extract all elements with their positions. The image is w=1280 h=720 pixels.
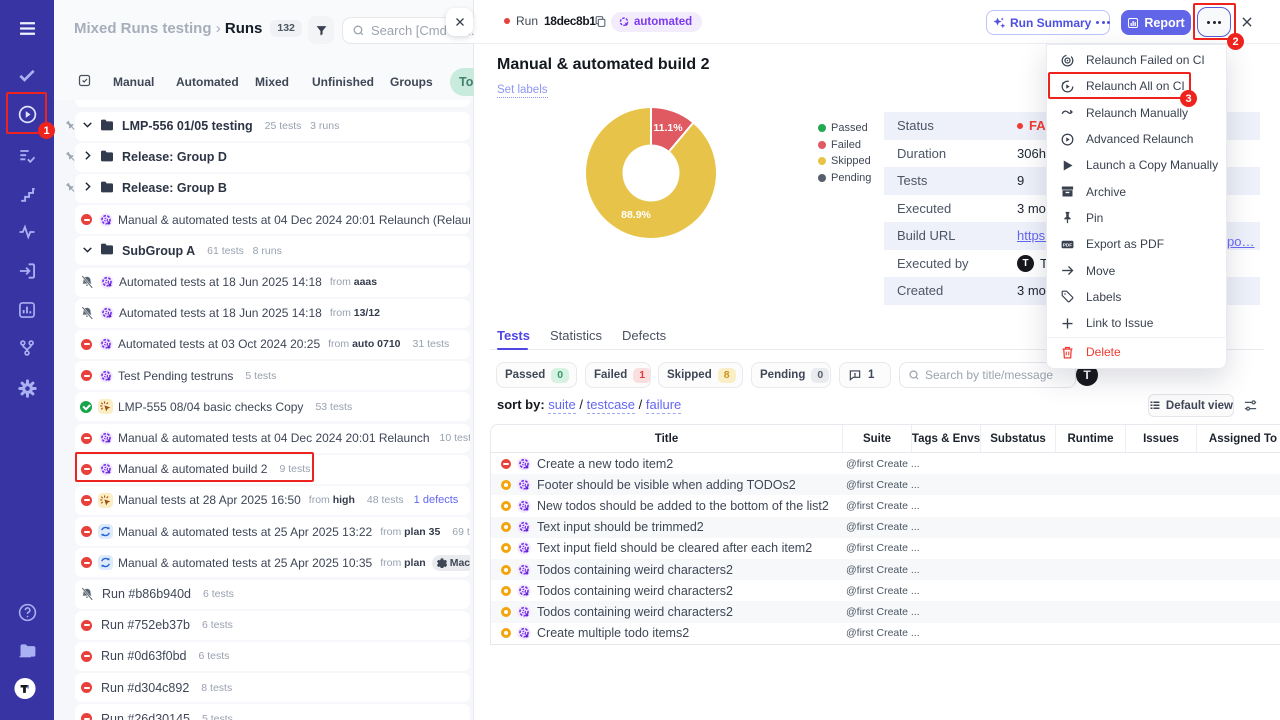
svg-text:11.1%: 11.1%: [653, 122, 683, 134]
svg-text:PDF: PDF: [1063, 242, 1072, 247]
svg-text:88.9%: 88.9%: [621, 209, 651, 221]
